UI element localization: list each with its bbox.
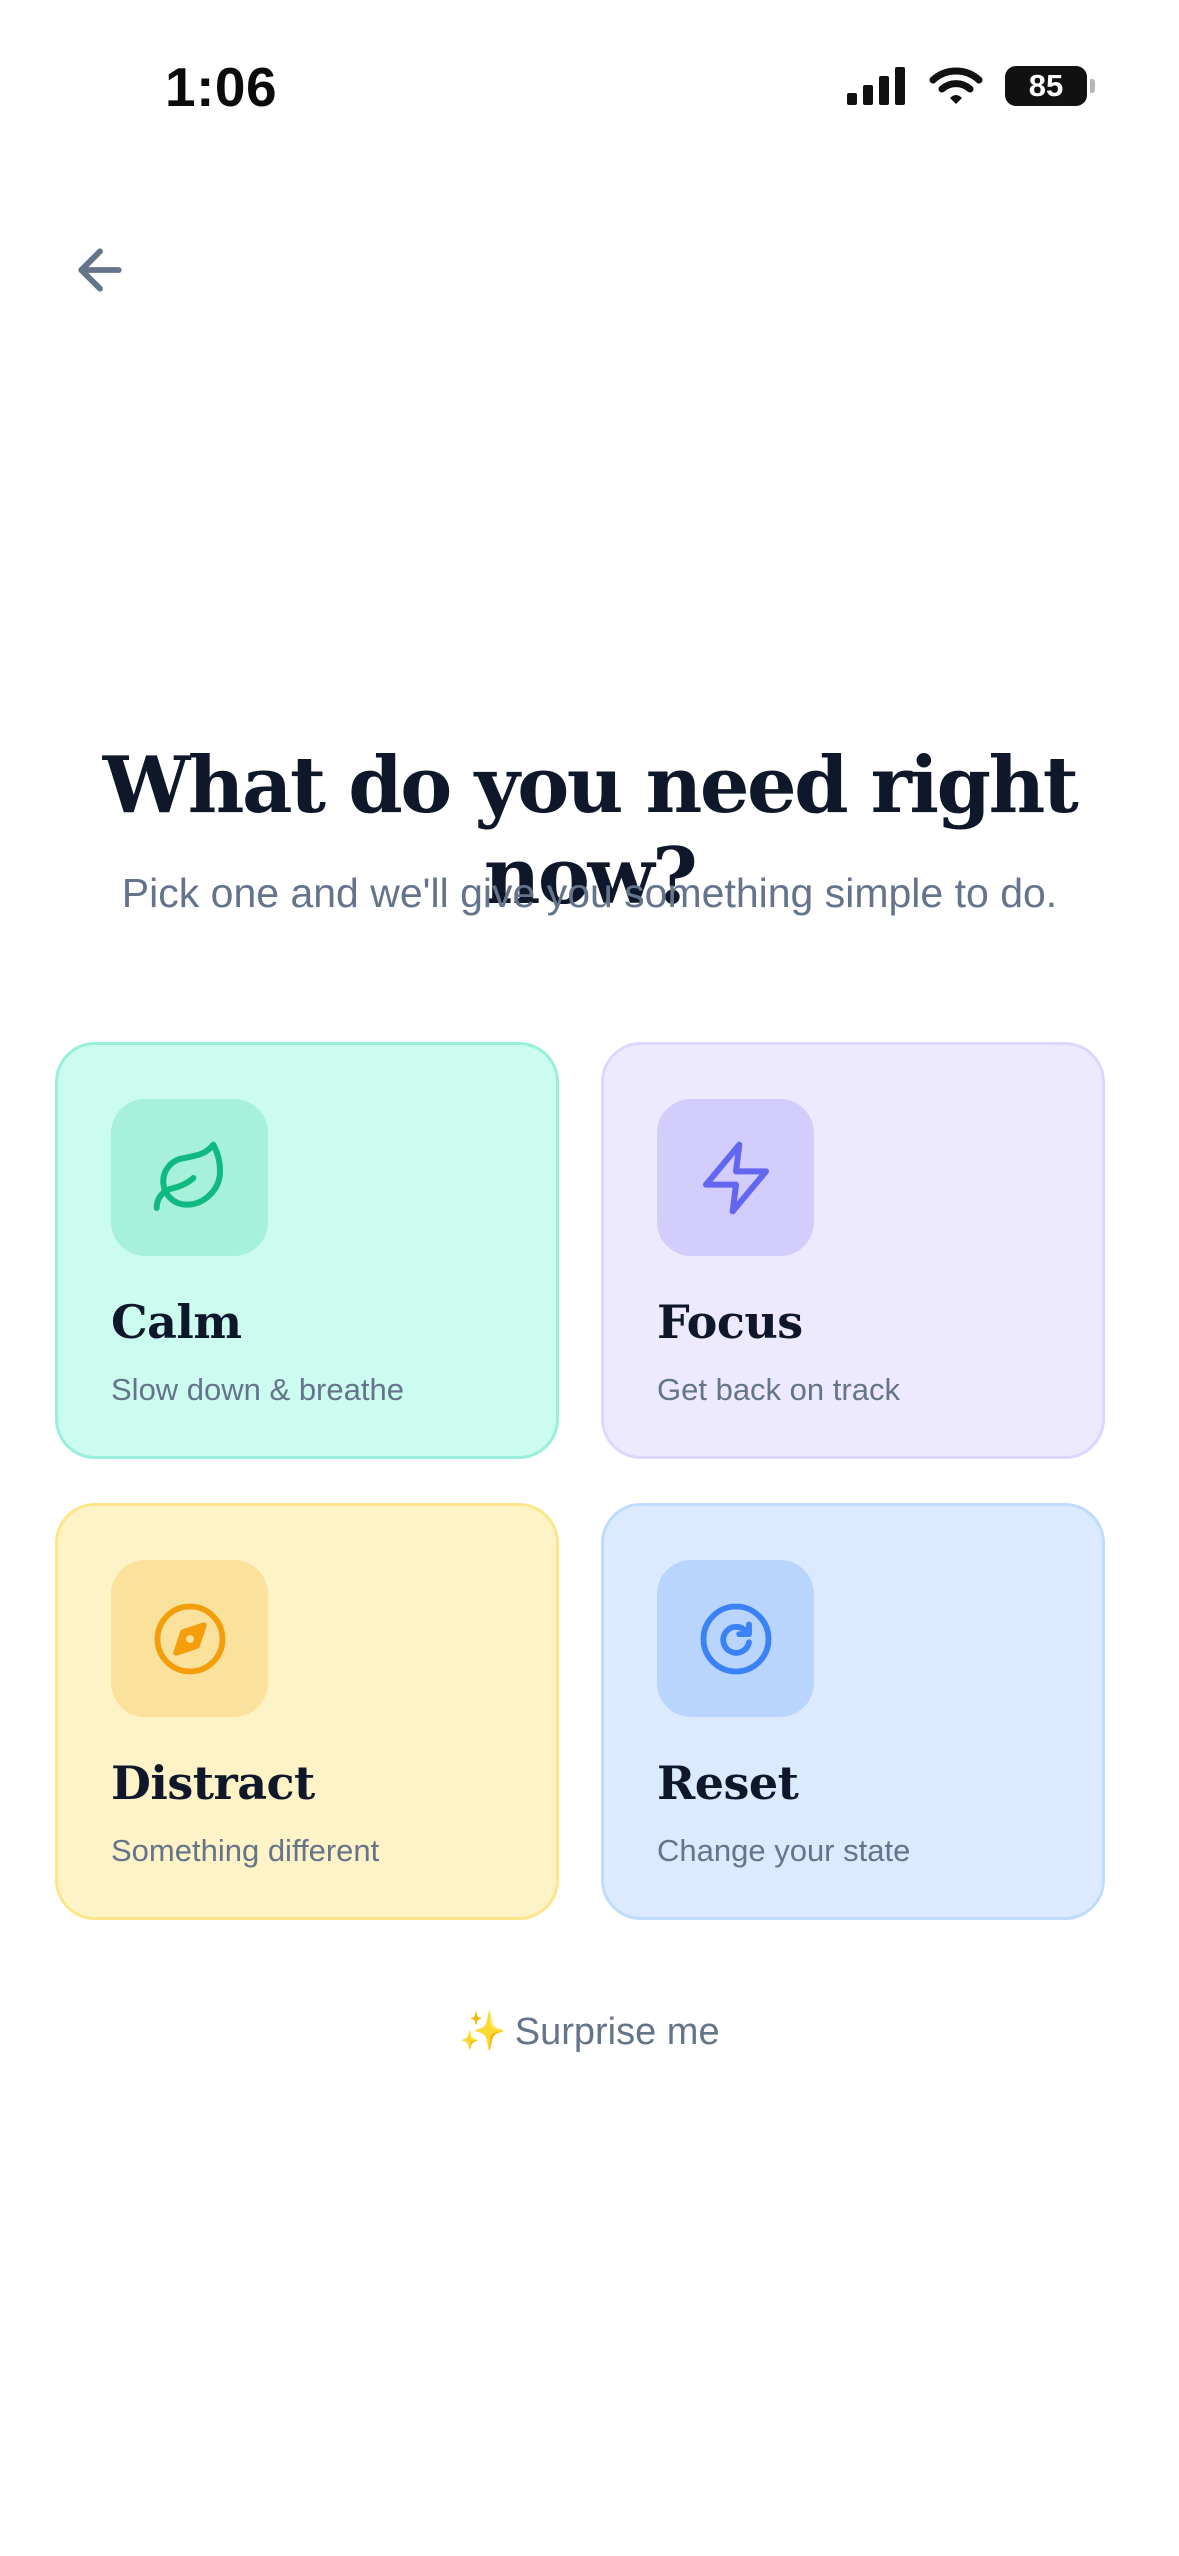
sparkle-icon: ✨ (459, 2011, 507, 2053)
focus-icon-box (657, 1099, 814, 1256)
status-icons: 85 (847, 66, 1095, 106)
back-button[interactable] (60, 230, 140, 310)
calm-title: Calm (111, 1295, 242, 1349)
reset-description: Change your state (657, 1833, 911, 1868)
battery-level: 85 (1028, 68, 1064, 103)
battery-icon: 85 (1005, 66, 1095, 106)
refresh-icon (700, 1603, 771, 1674)
compass-icon (154, 1603, 225, 1674)
status-time: 1:06 (165, 56, 278, 118)
distract-description: Something different (111, 1833, 380, 1868)
lightning-icon (702, 1141, 769, 1214)
status-bar: 1:06 85 (0, 0, 1179, 150)
focus-description: Get back on track (657, 1372, 900, 1407)
leaf-icon (153, 1141, 223, 1211)
surprise-me-label: Surprise me (514, 2011, 720, 2053)
distract-icon-box (111, 1560, 268, 1717)
focus-title: Focus (657, 1295, 803, 1349)
calm-icon-box (111, 1099, 268, 1256)
wifi-icon (929, 67, 983, 104)
surprise-me-button[interactable]: ✨ Surprise me (0, 2010, 1179, 2054)
focus-card[interactable]: Focus Get back on track (601, 1042, 1105, 1459)
reset-icon-box (657, 1560, 814, 1717)
reset-card[interactable]: Reset Change your state (601, 1503, 1105, 1920)
calm-description: Slow down & breathe (111, 1372, 404, 1407)
signal-icon (847, 67, 905, 105)
calm-card[interactable]: Calm Slow down & breathe (55, 1042, 559, 1459)
distract-title: Distract (111, 1756, 315, 1810)
page-subtitle: Pick one and we'll give you something si… (121, 870, 1058, 916)
arrow-left-icon (78, 248, 122, 292)
distract-card[interactable]: Distract Something different (55, 1503, 559, 1920)
reset-title: Reset (657, 1756, 799, 1810)
